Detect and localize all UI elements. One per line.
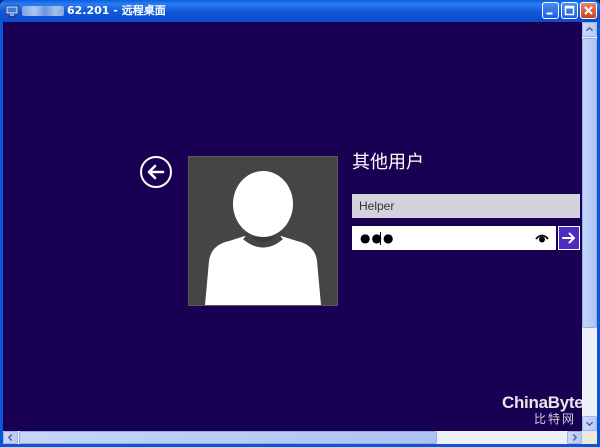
title-separator: - [113,4,118,17]
username-field[interactable]: Helper [352,194,580,218]
watermark-brand-cn: 比特网 [533,412,576,426]
chinabyte-watermark: ChinaByte 比特网 [502,394,582,430]
login-heading: 其他用户 [352,152,424,173]
scrollbar-corner [582,431,597,444]
text-caret [380,232,381,245]
scroll-down-button[interactable] [582,416,597,431]
close-button[interactable] [580,2,597,19]
watermark-brand: ChinaByte [502,393,582,412]
close-icon [584,6,593,15]
blurred-ip-prefix [22,6,64,16]
window-title: 62.201 - 远程桌面 [22,3,166,19]
chevron-up-icon [585,26,594,32]
maximize-icon [564,5,575,16]
horizontal-scrollbar[interactable] [3,431,582,444]
user-silhouette-icon [205,171,321,305]
eye-icon[interactable] [535,232,549,244]
scroll-right-button[interactable] [567,431,582,444]
submit-button[interactable] [558,226,580,250]
arrow-right-icon [562,232,575,244]
vertical-scroll-thumb[interactable] [582,38,597,328]
chevron-down-icon [585,421,594,427]
minimize-icon [546,12,553,15]
scroll-up-button[interactable] [582,22,597,37]
window-title-bar[interactable]: 62.201 - 远程桌面 [0,0,600,22]
back-arrow-icon [147,164,165,180]
password-field[interactable]: ●●● [352,226,556,250]
remote-desktop-icon [5,5,19,18]
title-app-name: 远程桌面 [121,4,166,17]
password-mask: ●●● [360,231,395,245]
title-ip-suffix: 62.201 [67,4,110,17]
vertical-scrollbar[interactable] [582,22,597,431]
horizontal-scroll-thumb[interactable] [19,431,437,444]
user-avatar [188,156,338,306]
remote-screen[interactable]: 其他用户 Helper ●●● ChinaByte 比特网 [3,22,582,431]
maximize-button[interactable] [561,2,578,19]
scroll-left-button[interactable] [3,431,18,444]
minimize-button[interactable] [542,2,559,19]
chevron-right-icon [572,434,578,441]
back-button[interactable] [140,156,172,188]
chevron-left-icon [7,434,13,441]
